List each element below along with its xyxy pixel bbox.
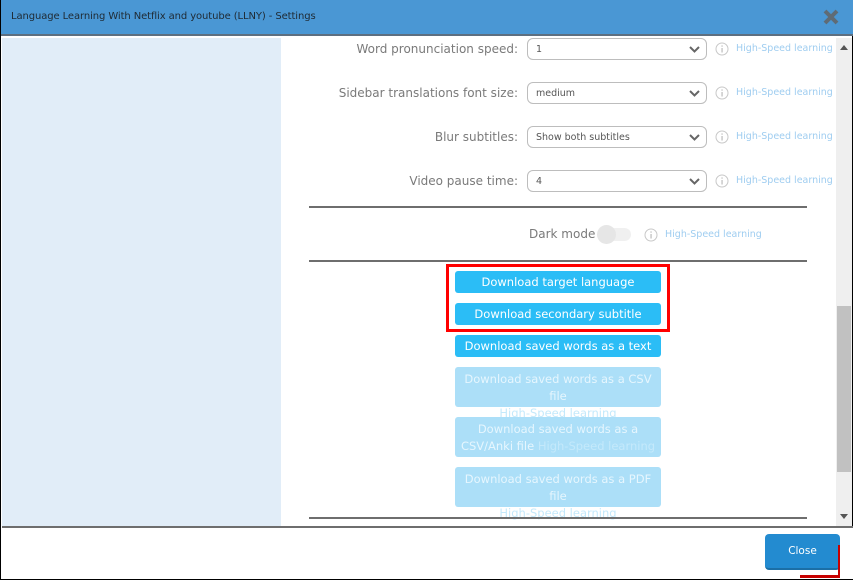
word-pronunciation-speed-select[interactable]: 1 <box>527 38 707 60</box>
button-label: Download saved words as a PDF file <box>464 472 652 503</box>
info-icon[interactable] <box>715 130 729 144</box>
red-outline-fragment <box>800 575 840 578</box>
download-target-language-button[interactable]: Download target language <box>455 271 661 293</box>
setting-row-blur-subtitles: Blur subtitles: Show both subtitles High… <box>281 126 836 150</box>
high-speed-learning-link[interactable]: High-Speed learning <box>736 131 833 142</box>
high-speed-learning-note: High-Speed learning <box>537 439 656 453</box>
info-icon[interactable] <box>715 42 729 56</box>
sidebar-panel <box>2 38 281 526</box>
video-pause-time-select[interactable]: 4 <box>527 170 707 192</box>
blur-subtitles-select[interactable]: Show both subtitles <box>527 126 707 148</box>
setting-label: Video pause time: <box>409 174 518 188</box>
button-label: Download saved words as a CSV file <box>464 372 652 403</box>
scroll-up-arrow-icon[interactable] <box>839 43 849 53</box>
chevron-down-icon <box>689 90 700 97</box>
section-divider <box>309 260 807 262</box>
title-bar: Language Learning With Netflix and youtu… <box>1 0 853 36</box>
scrollbar-thumb[interactable] <box>837 306 851 472</box>
info-icon[interactable] <box>644 228 658 242</box>
download-anki-file-button[interactable]: Download saved words as a CSV/Anki file … <box>455 417 661 457</box>
red-outline-fragment <box>838 545 840 578</box>
dark-mode-toggle[interactable] <box>597 225 633 244</box>
select-value: 4 <box>536 176 543 187</box>
info-icon[interactable] <box>715 86 729 100</box>
setting-label: Sidebar translations font size: <box>338 86 518 100</box>
settings-window: Language Learning With Netflix and youtu… <box>0 0 853 580</box>
high-speed-learning-note: High-Speed learning <box>499 506 617 520</box>
setting-row-video-pause-time: Video pause time: 4 High-Speed learning <box>281 170 836 194</box>
dark-mode-label: Dark mode <box>529 227 596 241</box>
select-value: 1 <box>536 44 543 55</box>
dialog-footer: Close <box>2 528 853 579</box>
toggle-knob <box>597 225 616 244</box>
dark-mode-row: Dark mode High-Speed learning <box>281 223 836 247</box>
setting-label: Blur subtitles: <box>434 130 518 144</box>
setting-row-sidebar-font-size: Sidebar translations font size: medium H… <box>281 82 836 106</box>
high-speed-learning-link[interactable]: High-Speed learning <box>736 43 833 54</box>
button-label-line2: CSV/Anki file <box>460 439 535 453</box>
button-label: Download saved words as a <box>477 422 639 436</box>
close-button[interactable]: Close <box>765 534 840 570</box>
download-csv-file-button[interactable]: Download saved words as a CSV file High-… <box>455 367 661 420</box>
download-pdf-file-button[interactable]: Download saved words as a PDF file High-… <box>455 467 661 520</box>
info-icon[interactable] <box>715 174 729 188</box>
setting-row-word-pronunciation-speed: Word pronunciation speed: 1 High-Speed l… <box>281 38 836 62</box>
chevron-down-icon <box>689 46 700 53</box>
download-secondary-subtitle-button[interactable]: Download secondary subtitle <box>455 303 661 325</box>
section-divider <box>309 206 807 208</box>
close-x-icon[interactable] <box>822 8 840 26</box>
settings-content: Word pronunciation speed: 1 High-Speed l… <box>281 38 836 526</box>
download-text-file-button[interactable]: Download saved words as a text file <box>455 335 661 375</box>
chevron-down-icon <box>689 178 700 185</box>
window-title: Language Learning With Netflix and youtu… <box>11 11 316 22</box>
chevron-down-icon <box>689 134 700 141</box>
sidebar-font-size-select[interactable]: medium <box>527 82 707 104</box>
select-value: Show both subtitles <box>536 132 630 143</box>
high-speed-learning-link[interactable]: High-Speed learning <box>736 87 833 98</box>
vertical-scrollbar[interactable] <box>836 38 852 526</box>
setting-label: Word pronunciation speed: <box>356 42 518 56</box>
section-divider <box>309 517 807 519</box>
high-speed-learning-link[interactable]: High-Speed learning <box>736 175 833 186</box>
scroll-down-arrow-icon[interactable] <box>839 511 849 521</box>
high-speed-learning-link[interactable]: High-Speed learning <box>665 229 762 240</box>
select-value: medium <box>536 88 576 99</box>
